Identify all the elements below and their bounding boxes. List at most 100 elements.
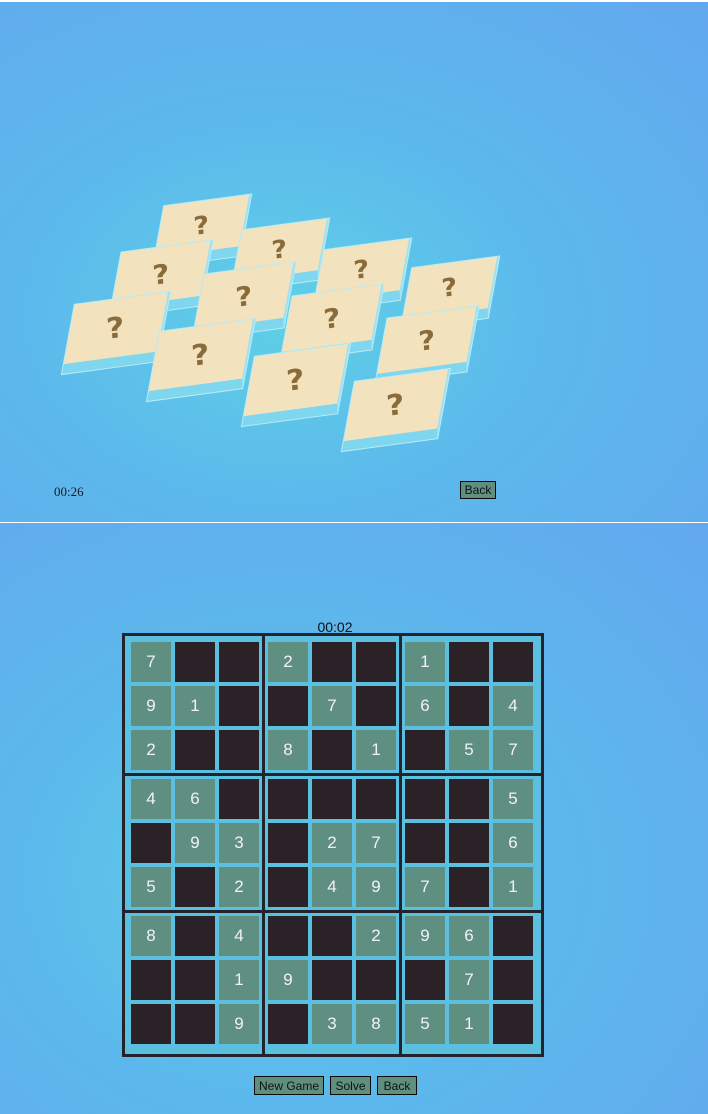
sudoku-cell[interactable] [356,960,396,1000]
sudoku-cell[interactable]: 3 [219,823,259,863]
sudoku-cell[interactable]: 2 [131,730,171,770]
sudoku-cell[interactable] [268,867,308,907]
sudoku-cell[interactable] [312,779,352,819]
sudoku-cell[interactable] [268,1004,308,1044]
memory-back-button[interactable]: Back [460,481,496,499]
sudoku-cell[interactable] [493,960,533,1000]
sudoku-cell[interactable]: 7 [312,686,352,726]
sudoku-cell[interactable]: 2 [312,823,352,863]
sudoku-cell[interactable]: 2 [268,642,308,682]
sudoku-cell[interactable]: 7 [131,642,171,682]
sudoku-cell[interactable]: 4 [131,779,171,819]
sudoku-cell[interactable] [268,779,308,819]
sudoku-cell[interactable]: 1 [175,686,215,726]
sudoku-cell[interactable]: 1 [356,730,396,770]
sudoku-cell[interactable]: 1 [219,960,259,1000]
sudoku-cell[interactable] [405,960,445,1000]
sudoku-cell[interactable] [175,642,215,682]
sudoku-cell[interactable]: 1 [493,867,533,907]
block-divider-vertical [262,636,265,1054]
memory-timer: 00:26 [54,484,84,499]
sudoku-cell[interactable]: 8 [268,730,308,770]
sudoku-cell[interactable]: 9 [268,960,308,1000]
sudoku-cell[interactable]: 6 [405,686,445,726]
sudoku-cell[interactable] [268,916,308,956]
sudoku-cell[interactable] [175,960,215,1000]
sudoku-cell[interactable] [219,779,259,819]
sudoku-cell[interactable] [405,730,445,770]
question-mark-icon: ? [352,254,371,286]
sudoku-cell[interactable] [493,642,533,682]
sudoku-cell[interactable] [312,916,352,956]
sudoku-cell[interactable] [449,779,489,819]
sudoku-cell[interactable]: 7 [449,960,489,1000]
sudoku-cell[interactable] [175,867,215,907]
solve-button[interactable]: Solve [330,1076,371,1095]
sudoku-cell[interactable] [131,1004,171,1044]
sudoku-cell[interactable]: 4 [312,867,352,907]
new-game-button[interactable]: New Game [254,1076,324,1095]
sudoku-cell[interactable] [131,823,171,863]
question-mark-icon: ? [385,387,407,424]
sudoku-cell[interactable] [493,1004,533,1044]
sudoku-cell[interactable] [268,823,308,863]
sudoku-cell[interactable]: 7 [405,867,445,907]
sudoku-cell[interactable] [449,686,489,726]
sudoku-cell[interactable]: 8 [131,916,171,956]
sudoku-cell[interactable] [219,730,259,770]
sudoku-cell[interactable]: 9 [405,916,445,956]
sudoku-cell[interactable]: 8 [356,1004,396,1044]
sudoku-cell[interactable] [131,960,171,1000]
sudoku-cell[interactable]: 2 [356,916,396,956]
sudoku-cell[interactable] [356,642,396,682]
sudoku-cell[interactable]: 9 [356,867,396,907]
sudoku-cell[interactable]: 1 [449,1004,489,1044]
memory-game-panel: ???????????? 00:26 Back [0,2,708,522]
sudoku-cell[interactable]: 9 [131,686,171,726]
sudoku-cell[interactable] [175,1004,215,1044]
sudoku-cell[interactable] [219,642,259,682]
sudoku-cell[interactable]: 6 [175,779,215,819]
memory-card[interactable]: ? [241,343,351,427]
sudoku-cell[interactable] [356,686,396,726]
sudoku-cell[interactable]: 6 [493,823,533,863]
sudoku-cell[interactable]: 6 [449,916,489,956]
sudoku-cell[interactable]: 9 [219,1004,259,1044]
sudoku-grid: 7219176428157465932765249718429619793851 [122,633,544,1057]
sudoku-cell[interactable]: 3 [312,1004,352,1044]
question-mark-icon: ? [105,310,127,347]
question-mark-icon: ? [151,257,171,292]
sudoku-cell[interactable] [405,779,445,819]
sudoku-cell[interactable]: 9 [175,823,215,863]
sudoku-cell[interactable]: 5 [449,730,489,770]
sudoku-cell[interactable]: 5 [405,1004,445,1044]
sudoku-cell[interactable]: 2 [219,867,259,907]
sudoku-cell[interactable] [312,642,352,682]
sudoku-cell[interactable] [493,916,533,956]
sudoku-cell[interactable] [405,823,445,863]
memory-card[interactable]: ? [146,318,256,402]
memory-tile-board: ???????????? [0,2,500,452]
sudoku-cell[interactable]: 7 [493,730,533,770]
sudoku-cell[interactable]: 5 [493,779,533,819]
sudoku-back-button[interactable]: Back [377,1076,417,1095]
question-mark-icon: ? [192,210,211,242]
sudoku-cell[interactable]: 1 [405,642,445,682]
sudoku-cell[interactable] [356,779,396,819]
sudoku-cell[interactable]: 5 [131,867,171,907]
sudoku-cell[interactable] [219,686,259,726]
sudoku-cell[interactable] [449,867,489,907]
sudoku-cell[interactable] [449,642,489,682]
question-mark-icon: ? [285,362,307,399]
sudoku-cell[interactable]: 4 [219,916,259,956]
block-divider-vertical [399,636,402,1054]
memory-card[interactable]: ? [341,368,451,452]
sudoku-cell[interactable]: 4 [493,686,533,726]
sudoku-cell[interactable]: 7 [356,823,396,863]
sudoku-cell[interactable] [312,730,352,770]
sudoku-cell[interactable] [312,960,352,1000]
sudoku-cell[interactable] [268,686,308,726]
sudoku-cell[interactable] [175,916,215,956]
sudoku-cell[interactable] [175,730,215,770]
sudoku-cell[interactable] [449,823,489,863]
